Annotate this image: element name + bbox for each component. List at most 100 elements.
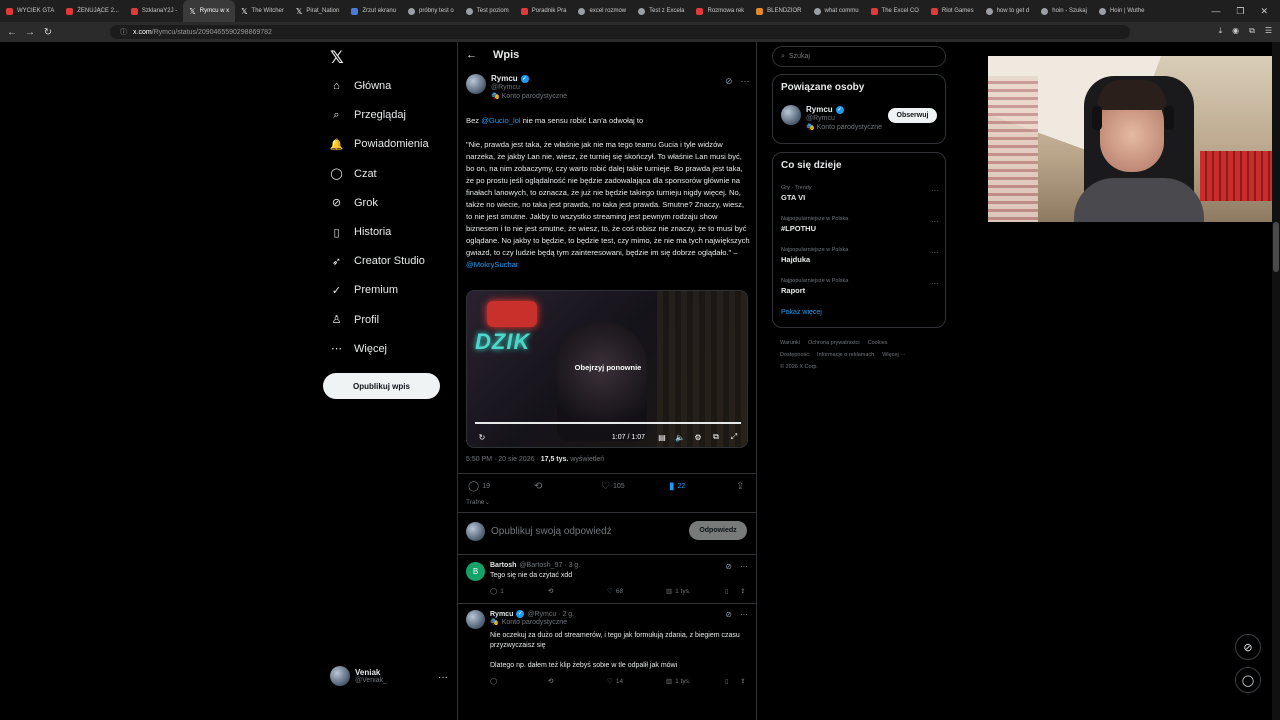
trend-more-icon[interactable]: ··· — [931, 279, 939, 288]
reply-avatar[interactable]: B — [466, 562, 485, 581]
reply-button[interactable]: ◯ 19 — [468, 481, 490, 492]
browser-tab[interactable]: Poradnik Pra — [515, 0, 573, 22]
like-button[interactable]: ♡ 105 — [601, 481, 625, 492]
browser-tab[interactable]: Zrzut ekranu — [345, 0, 402, 22]
views-button[interactable]: ▥ 1 tys. — [666, 587, 691, 596]
sidebar-item-czat[interactable]: ◯ Czat — [330, 165, 376, 183]
author-handle[interactable]: @Rymcu — [491, 84, 567, 91]
pip-icon[interactable]: ⧉ — [707, 432, 725, 442]
browser-tab[interactable]: hoin - Szukaj — [1035, 0, 1093, 22]
browser-tab[interactable]: how to get d — [980, 0, 1036, 22]
reply-submit-button[interactable]: Odpowiedz — [689, 521, 747, 540]
like-button[interactable]: ♡ 14 — [607, 677, 623, 686]
repost-button[interactable]: ⟲ — [534, 481, 545, 492]
browser-tab[interactable]: 𝕏 The Witcher — [235, 0, 290, 22]
trend-item[interactable]: Najpopularniejsze w Polska Hajduka ··· — [781, 247, 939, 264]
replay-icon[interactable]: ↻ — [473, 433, 491, 442]
trend-more-icon[interactable]: ··· — [931, 217, 939, 226]
grok-float-button[interactable]: ⊘ — [1235, 634, 1261, 660]
sidebar-item-grok[interactable]: ⊘ Grok — [330, 194, 378, 212]
download-icon[interactable]: ⤓ — [1219, 26, 1223, 36]
messages-float-button[interactable]: ◯ — [1235, 667, 1261, 693]
reply-avatar[interactable] — [466, 610, 485, 629]
trend-item[interactable]: Najpopularniejsze w Polska #LPOTHU ··· — [781, 216, 939, 233]
reply-button[interactable]: ◯ 1 — [490, 587, 504, 596]
share-button[interactable]: ⇪ — [736, 481, 744, 492]
trend-item[interactable]: Gry · Trendy GTA VI ··· — [781, 185, 939, 202]
post-timestamp[interactable]: 5:50 PM · 20 sie 2026 · — [466, 456, 541, 463]
sidebar-item-powiadomienia[interactable]: 🔔 Powiadomienia — [330, 135, 429, 153]
reply-sort-select[interactable]: Trafne⌄ — [466, 498, 490, 506]
browser-tab[interactable]: The Excel CO — [865, 0, 925, 22]
scrollbar-thumb[interactable] — [1273, 222, 1279, 272]
post-button[interactable]: Opublikuj wpis — [323, 373, 440, 399]
reply-item[interactable]: B Bartosh @Bartosh_97 · 3 g. Tego się nie… — [466, 562, 748, 599]
browser-tab[interactable]: SzklanaY2J - — [125, 0, 183, 22]
reply-author-name[interactable]: Bartosh — [490, 562, 516, 569]
menu-icon[interactable]: ☰ — [1265, 26, 1272, 36]
more-icon[interactable]: ··· — [741, 76, 750, 87]
browser-tab[interactable]: BLENDZIOR — [750, 0, 807, 22]
reload-icon[interactable]: ↻ — [39, 27, 57, 38]
reply-button[interactable]: ◯ — [490, 677, 497, 685]
back-arrow-icon[interactable]: ← — [466, 49, 477, 61]
sidebar-item-profil[interactable]: ♙ Profil — [330, 311, 380, 329]
grok-icon[interactable]: ⊘ — [725, 562, 732, 571]
browser-tab[interactable]: ŻENUJĄCE 2... — [60, 0, 125, 22]
minimize-icon[interactable]: — — [1211, 6, 1220, 17]
extensions-icon[interactable]: ⧉ — [1249, 26, 1255, 36]
search-input[interactable]: ⌕ Szukaj — [772, 46, 946, 67]
browser-tab[interactable]: Test z Excela — [632, 0, 690, 22]
trend-more-icon[interactable]: ··· — [931, 186, 939, 195]
browser-tab[interactable]: what commu — [808, 0, 865, 22]
scrollbar[interactable] — [1272, 42, 1280, 720]
author-avatar[interactable] — [466, 74, 486, 94]
account-switcher[interactable]: Veniak @Veniak_ — [330, 666, 387, 686]
footer-link[interactable]: Informacje o reklamach — [817, 352, 874, 358]
grok-icon[interactable]: ⊘ — [725, 610, 732, 619]
repost-button[interactable]: ⟲ — [548, 677, 553, 685]
account-more-icon[interactable]: ··· — [438, 672, 448, 683]
browser-tab[interactable]: WYCIEK GTA — [0, 0, 60, 22]
x-logo[interactable]: 𝕏 — [330, 48, 344, 68]
share-button[interactable]: ⇪ — [740, 587, 745, 595]
share-button[interactable]: ⇪ — [740, 677, 745, 685]
site-info-icon[interactable]: ⓘ — [120, 27, 127, 37]
bookmark-button[interactable]: ▯ — [725, 677, 729, 685]
browser-tab[interactable]: Rozmowa rek — [690, 0, 750, 22]
browser-tab[interactable]: 𝕏 Pirat_Nation — [290, 0, 345, 22]
close-icon[interactable]: ✕ — [1260, 6, 1268, 17]
sidebar-item-przeglądaj[interactable]: ⌕ Przeglądaj — [330, 106, 406, 124]
sidebar-item-creator-studio[interactable]: ➶ Creator Studio — [330, 252, 425, 270]
browser-tab[interactable]: Hoin | Wuthe — [1093, 0, 1150, 22]
sidebar-item-główna[interactable]: ⌂ Główna — [330, 77, 391, 95]
settings-icon[interactable]: ⚙ — [689, 433, 707, 442]
views-button[interactable]: ▥ 1 tys. — [666, 677, 691, 686]
footer-link[interactable]: Więcej ··· — [882, 352, 906, 358]
browser-tab[interactable]: excel rozmow — [572, 0, 632, 22]
mention-link[interactable]: @MokrySuchar — [466, 260, 518, 269]
trend-more-icon[interactable]: ··· — [931, 248, 939, 257]
more-icon[interactable]: ··· — [740, 562, 748, 571]
footer-link[interactable]: Warunki — [780, 340, 800, 346]
browser-tab[interactable]: 𝕏 Rymcu w x — [183, 0, 236, 22]
restore-icon[interactable]: ❐ — [1236, 6, 1244, 17]
back-icon[interactable]: ← — [3, 27, 21, 38]
show-more-link[interactable]: Pokaż więcej — [781, 309, 822, 316]
replay-label[interactable]: Obejrzyj ponownie — [467, 363, 747, 372]
repost-button[interactable]: ⟲ — [548, 587, 553, 595]
address-bar[interactable]: ⓘ x.com/Rymcu/status/2090465590298869782 — [110, 25, 1130, 39]
reply-input[interactable]: Opublikuj swoją odpowiedź — [491, 526, 612, 537]
profile-icon[interactable]: ◉ — [1232, 26, 1239, 36]
related-person[interactable]: Rymcu ✓ @Rymcu 🎭 Konto parodystyczne — [781, 105, 882, 131]
sidebar-item-historia[interactable]: ▯ Historia — [330, 223, 391, 241]
sidebar-item-premium[interactable]: ✓ Premium — [330, 281, 398, 299]
grok-icon[interactable]: ⊘ — [725, 76, 733, 87]
follow-button[interactable]: Obserwuj — [888, 108, 937, 123]
trend-item[interactable]: Najpopularniejsze w Polska Raport ··· — [781, 278, 939, 295]
mention-link[interactable]: @Gucio_lol — [481, 116, 520, 125]
sidebar-item-więcej[interactable]: ⋯ Więcej — [330, 340, 387, 358]
related-name[interactable]: Rymcu — [806, 105, 833, 114]
volume-icon[interactable]: 🔈 — [671, 433, 689, 442]
forward-icon[interactable]: → — [21, 27, 39, 38]
